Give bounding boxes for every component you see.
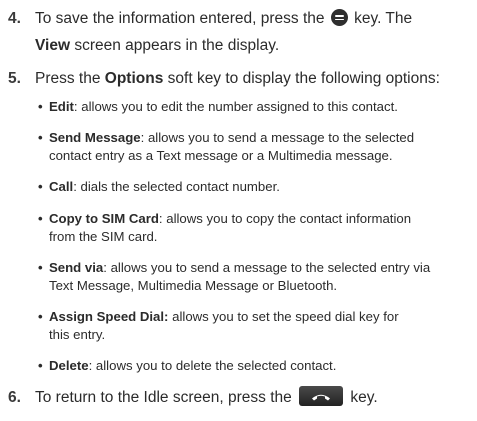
end-key-icon [299, 386, 344, 406]
step-number: 4. [8, 10, 21, 27]
list-item: • Delete: allows you to delete the selec… [38, 358, 337, 373]
options-term: Options [104, 70, 164, 87]
list-item: • Send via: allows you to send a message… [38, 260, 431, 293]
ok-key-icon [330, 9, 348, 26]
step-number: 5. [8, 70, 21, 87]
list-item: • Copy to SIM Card: allows you to copy t… [38, 211, 412, 244]
view-term: View [35, 37, 71, 54]
step-5: 5. Press the Options soft key to display… [8, 65, 471, 92]
list-item: • Assign Speed Dial: allows you to set t… [38, 309, 399, 342]
step-text: Press the Options soft key to display th… [35, 70, 440, 87]
step-text: To save the information entered, press t… [35, 9, 413, 54]
manual-page: 4. To save the information entered, pres… [0, 0, 477, 421]
step-number: 6. [8, 389, 21, 406]
list-item: • Edit: allows you to edit the number as… [38, 99, 398, 114]
list-item: • Send Message: allows you to send a mes… [38, 130, 415, 163]
step-4: 4. To save the information entered, pres… [8, 5, 471, 59]
step-6: 6. To return to the Idle screen, press t… [8, 384, 471, 411]
step-text: To return to the Idle screen, press the … [35, 384, 471, 411]
list-item: • Call: dials the selected contact numbe… [38, 179, 280, 194]
